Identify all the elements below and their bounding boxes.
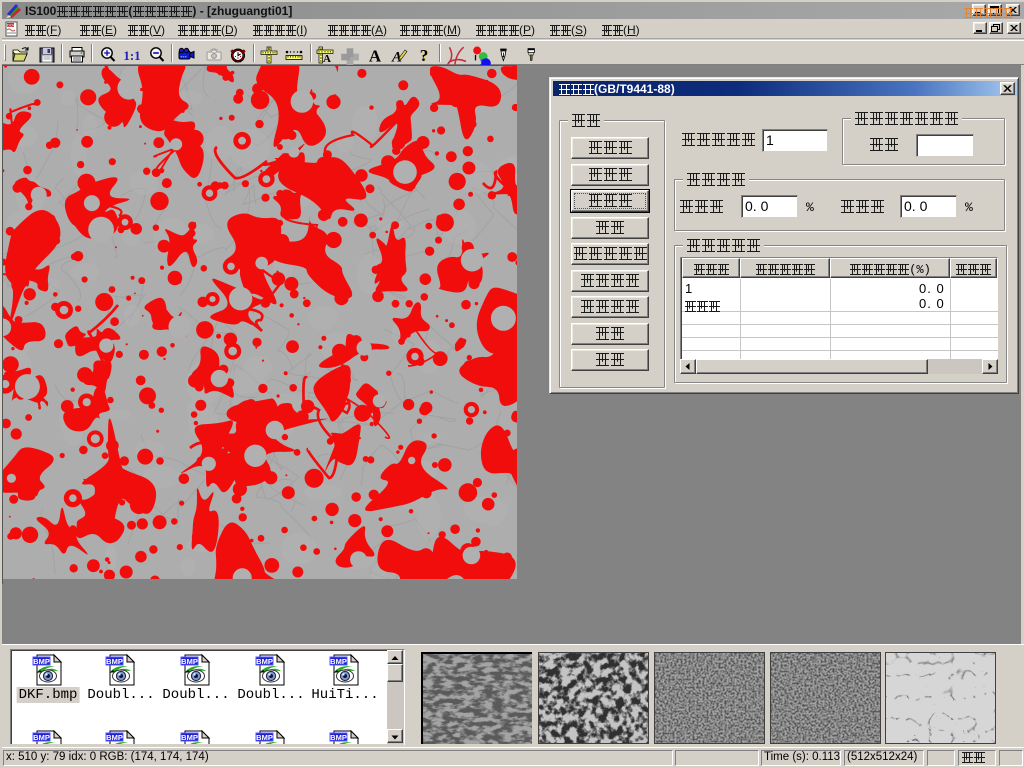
svg-text:BMP: BMP bbox=[33, 657, 50, 666]
svg-text:BMP: BMP bbox=[256, 657, 273, 666]
svg-text:BMP: BMP bbox=[181, 733, 198, 742]
svg-text:C: C bbox=[268, 48, 270, 52]
svg-text:DOC: DOC bbox=[7, 23, 16, 28]
svg-text:1:1: 1:1 bbox=[123, 48, 140, 63]
svg-text:BMP: BMP bbox=[181, 657, 198, 666]
svg-text:BMP: BMP bbox=[106, 733, 123, 742]
svg-text:BMP: BMP bbox=[256, 733, 273, 742]
svg-text:BMP: BMP bbox=[106, 657, 123, 666]
svg-text:A: A bbox=[369, 47, 382, 66]
svg-text:BMP: BMP bbox=[330, 733, 347, 742]
svg-text:A: A bbox=[323, 53, 331, 65]
svg-text:BMP: BMP bbox=[33, 733, 50, 742]
svg-text:?: ? bbox=[420, 46, 429, 65]
svg-text:BMP: BMP bbox=[330, 657, 347, 666]
